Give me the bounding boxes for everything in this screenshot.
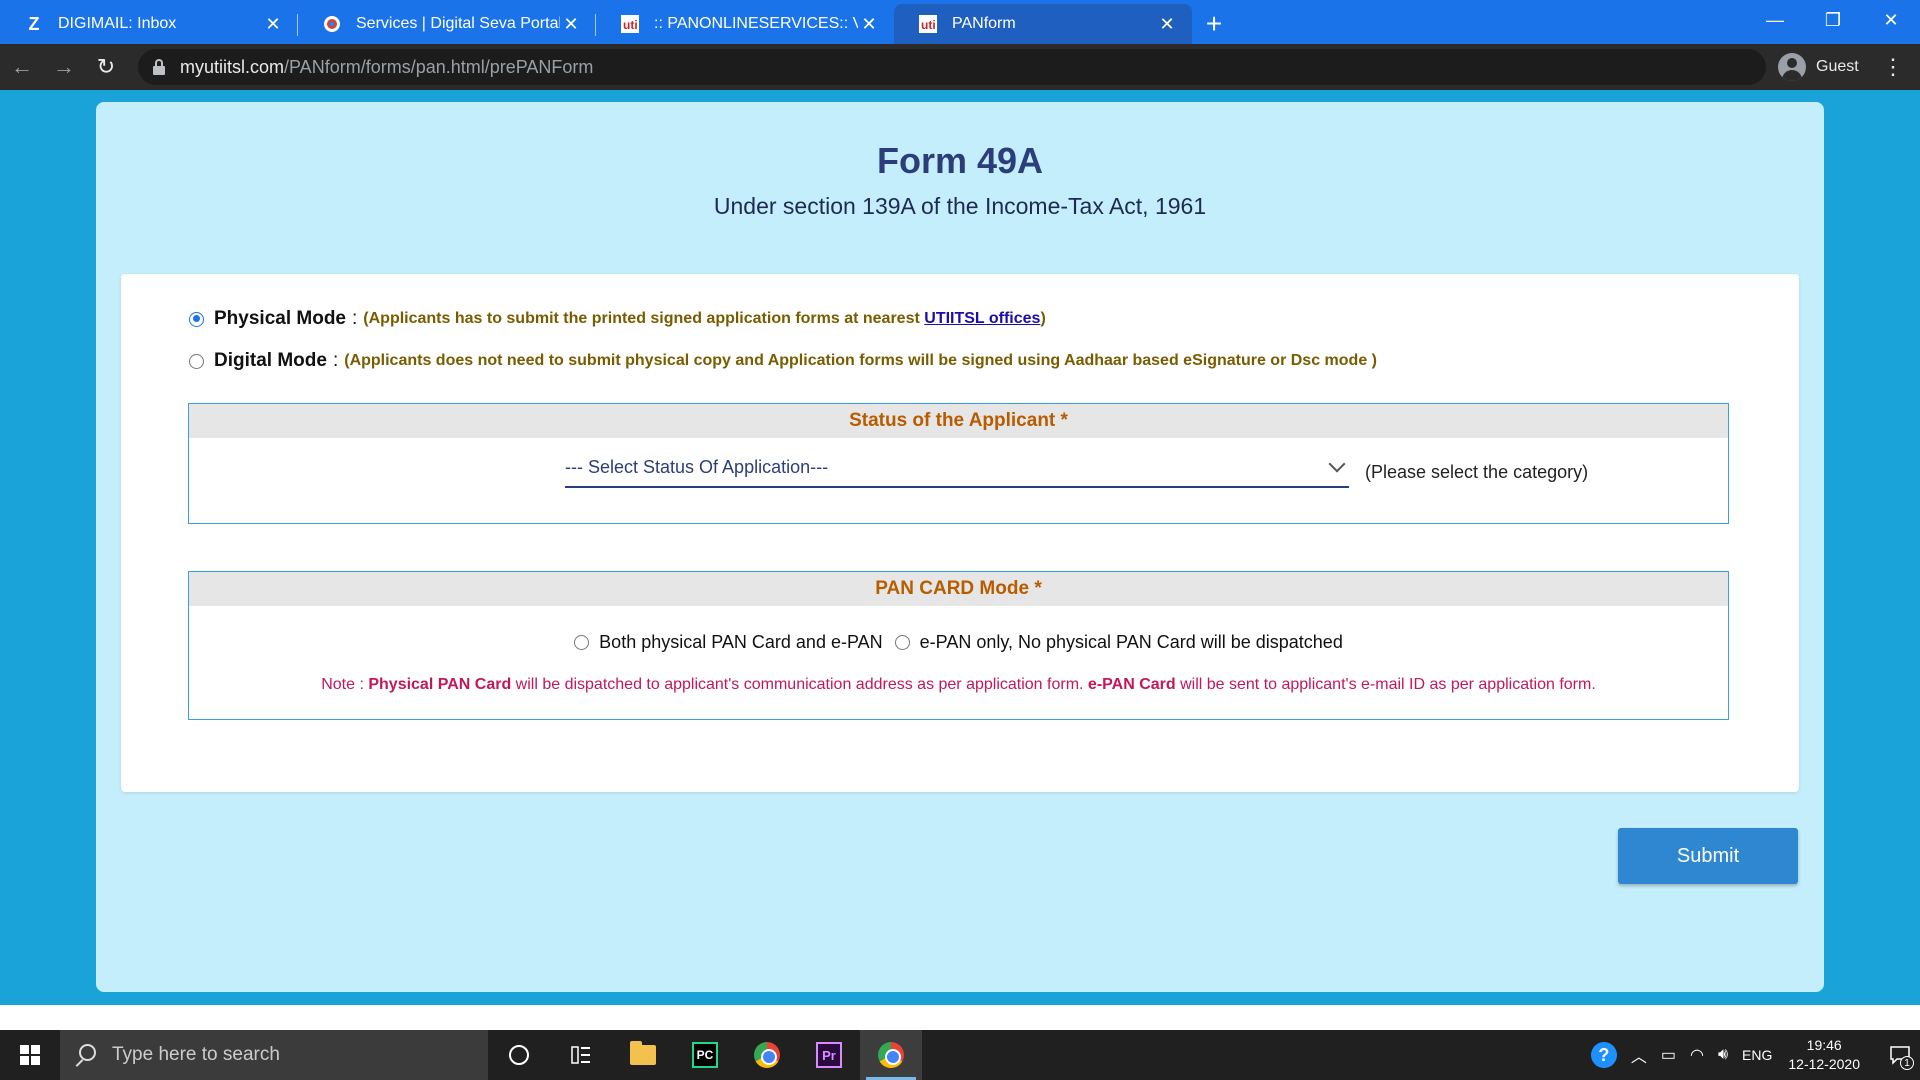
new-tab-icon[interactable]: +	[1192, 4, 1236, 44]
physical-mode-option: Physical Mode : (Applicants has to submi…	[189, 308, 1046, 330]
page-bottom-strip	[0, 1005, 1920, 1030]
chevron-up-icon[interactable]: ︿	[1631, 1043, 1647, 1067]
pan-mode-options: Both physical PAN Card and e-PAN e-PAN o…	[189, 632, 1728, 653]
csc-icon	[322, 14, 342, 34]
windows-logo-icon	[20, 1045, 40, 1065]
page-subtitle: Under section 139A of the Income-Tax Act…	[713, 193, 1207, 219]
notification-count: 1	[1900, 1056, 1914, 1070]
physical-mode-label: Physical Mode	[214, 308, 346, 329]
form-card: Physical Mode : (Applicants has to submi…	[121, 274, 1799, 792]
digital-mode-description: (Applicants does not need to submit phys…	[344, 352, 1377, 369]
pan-option-both-radio[interactable]	[574, 635, 590, 650]
pycharm-icon[interactable]: PC	[674, 1030, 736, 1080]
reload-icon[interactable]: ↻	[86, 47, 126, 87]
pan-option-epan[interactable]: e-PAN only, No physical PAN Card will be…	[894, 632, 1343, 653]
task-view-icon[interactable]	[550, 1030, 612, 1080]
search-placeholder: Type here to search	[112, 1044, 280, 1065]
pan-card-mode-section: PAN CARD Mode * Both physical PAN Card a…	[188, 571, 1729, 720]
address-bar[interactable]: myutiitsl.com/PANform/forms/pan.html/pre…	[138, 49, 1766, 85]
system-tray: ? ︿ ▭ ◠ 🔊︎ ENG 19:46 12-12-2020 1	[1590, 1030, 1920, 1080]
uti-icon: uti	[620, 14, 640, 34]
status-section: Status of the Applicant * --- Select Sta…	[188, 403, 1729, 524]
wifi-icon[interactable]: ◠	[1690, 1045, 1704, 1065]
pan-card-mode-heading: PAN CARD Mode *	[189, 572, 1728, 606]
uti-icon: uti	[918, 14, 938, 34]
volume-icon[interactable]: 🔊︎	[1718, 1046, 1728, 1064]
svg-text:uti: uti	[921, 18, 936, 32]
physical-mode-description: (Applicants has to submit the printed si…	[363, 310, 1046, 327]
avatar-icon	[1778, 53, 1806, 81]
more-menu-icon[interactable]: ⋮	[1882, 54, 1904, 80]
chrome-guest-icon[interactable]	[860, 1030, 922, 1080]
chevron-down-icon	[1328, 455, 1346, 473]
back-icon[interactable]: ←	[2, 47, 42, 87]
status-select-value: --- Select Status Of Application---	[565, 456, 829, 477]
submit-button[interactable]: Submit	[1618, 828, 1798, 884]
clock-date: 12-12-2020	[1788, 1056, 1860, 1072]
browser-tab-bar: Z DIGIMAIL: Inbox ✕ Services | Digital S…	[0, 0, 1920, 44]
svg-text:uti: uti	[623, 18, 638, 32]
language-indicator[interactable]: ENG	[1742, 1047, 1772, 1063]
physical-mode-radio[interactable]	[189, 311, 204, 327]
lock-icon	[152, 59, 166, 75]
tab-title: DIGIMAIL: Inbox	[58, 15, 177, 32]
tab-title: PANform	[952, 15, 1016, 32]
utiitsl-offices-link[interactable]: UTIITSL offices	[924, 310, 1040, 327]
chrome-icon[interactable]	[736, 1030, 798, 1080]
help-icon[interactable]: ?	[1590, 1042, 1617, 1068]
close-window-icon[interactable]: ✕	[1862, 0, 1920, 40]
minimize-icon[interactable]: —	[1746, 0, 1804, 40]
window-controls: — ❐ ✕	[1746, 0, 1920, 40]
pan-option-epan-radio[interactable]	[894, 635, 910, 650]
status-select[interactable]: --- Select Status Of Application---	[565, 448, 1349, 488]
tab-panonlineservices[interactable]: uti :: PANONLINESERVICES:: Vle Home ✕	[596, 4, 894, 44]
restore-icon[interactable]: ❐	[1804, 0, 1862, 40]
pan-mode-note: Note : Physical PAN Card will be dispatc…	[321, 676, 1596, 693]
status-hint: (Please select the category)	[1365, 462, 1589, 482]
battery-icon[interactable]: ▭	[1661, 1045, 1676, 1065]
digital-mode-option: Digital Mode : (Applicants does not need…	[189, 350, 1377, 372]
file-explorer-icon[interactable]	[612, 1030, 674, 1080]
tab-title: :: PANONLINESERVICES:: Vle Home	[654, 15, 858, 32]
pan-option-both[interactable]: Both physical PAN Card and e-PAN	[574, 632, 883, 653]
profile-label: Guest	[1816, 58, 1859, 75]
page-title: Form 49A	[876, 140, 1044, 181]
url-text: myutiitsl.com/PANform/forms/pan.html/pre…	[180, 56, 594, 77]
cortana-icon[interactable]	[488, 1030, 550, 1080]
zoho-icon: Z	[28, 13, 40, 34]
digital-mode-radio[interactable]	[189, 353, 204, 369]
close-tab-icon[interactable]: ✕	[858, 13, 880, 35]
page-content: Form 49A Under section 139A of the Incom…	[0, 90, 1920, 1005]
start-button[interactable]	[0, 1030, 60, 1080]
digital-mode-label: Digital Mode	[214, 350, 327, 371]
clock-time: 19:46	[1806, 1037, 1842, 1053]
close-tab-icon[interactable]: ✕	[1156, 13, 1178, 35]
forward-icon[interactable]: →	[44, 47, 84, 87]
notification-icon[interactable]: 1	[1880, 1030, 1920, 1080]
premiere-pro-icon[interactable]: Pr	[798, 1030, 860, 1080]
tab-panform[interactable]: uti PANform ✕	[894, 4, 1192, 44]
profile-button[interactable]: Guest	[1778, 50, 1859, 84]
tab-digital-seva[interactable]: Services | Digital Seva Portal - CSC ✕	[298, 4, 596, 44]
tab-digimail[interactable]: Z DIGIMAIL: Inbox ✕	[0, 4, 298, 44]
status-heading: Status of the Applicant *	[189, 404, 1728, 438]
close-tab-icon[interactable]: ✕	[262, 13, 284, 35]
form-container: Form 49A Under section 139A of the Incom…	[96, 102, 1824, 992]
search-icon	[74, 1044, 96, 1066]
close-tab-icon[interactable]: ✕	[560, 13, 582, 35]
taskbar-search[interactable]: Type here to search	[60, 1030, 488, 1080]
browser-toolbar: ← → ↻ myutiitsl.com/PANform/forms/pan.ht…	[0, 44, 1920, 90]
tab-title: Services | Digital Seva Portal - CSC	[356, 15, 560, 32]
clock[interactable]: 19:46 12-12-2020	[1788, 1036, 1860, 1074]
windows-taskbar: Type here to search PC Pr ? ︿ ▭ ◠ 🔊︎ ENG…	[0, 1030, 1920, 1080]
